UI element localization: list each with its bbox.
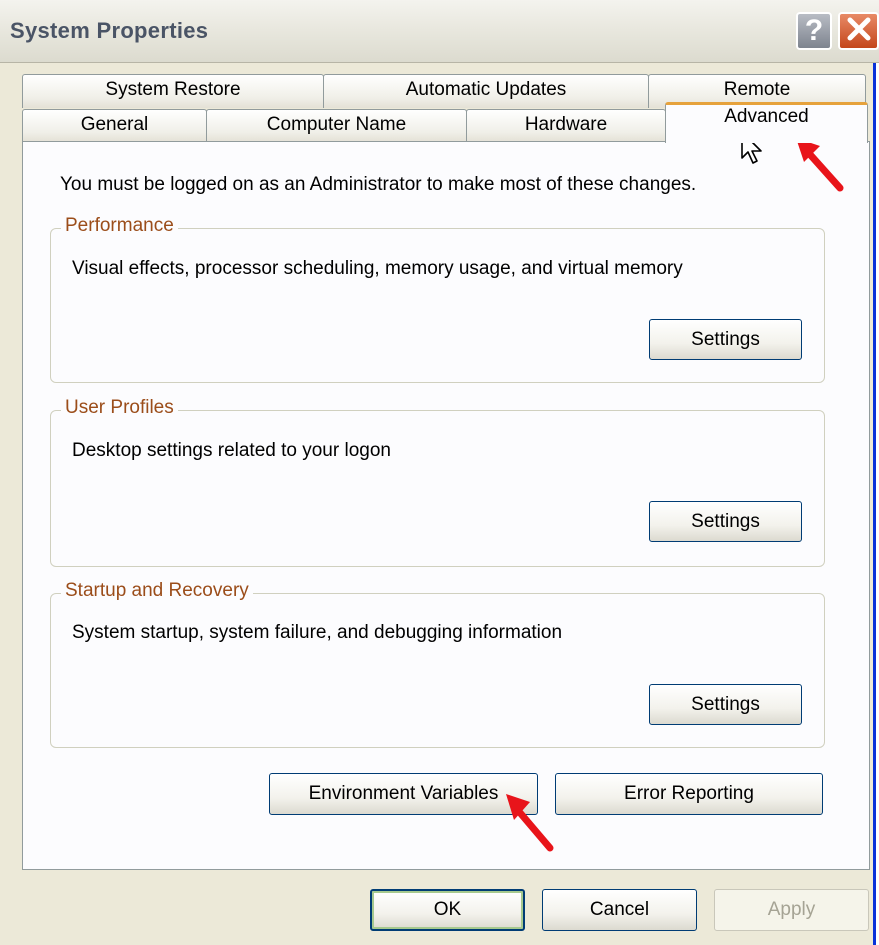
tab-hardware[interactable]: Hardware xyxy=(466,109,666,142)
startup-recovery-group: Startup and Recovery System startup, sys… xyxy=(50,580,825,748)
tab-label: Hardware xyxy=(524,114,608,135)
user-profiles-group: User Profiles Desktop settings related t… xyxy=(50,397,825,567)
button-label: Error Reporting xyxy=(624,783,754,804)
title-bar[interactable]: System Properties ? xyxy=(0,0,879,63)
window-title: System Properties xyxy=(10,18,209,43)
button-label: OK xyxy=(433,899,462,920)
cancel-button[interactable]: Cancel xyxy=(542,889,697,931)
button-label: Cancel xyxy=(589,899,650,920)
red-arrow-annotation xyxy=(790,134,850,201)
tab-automatic-updates[interactable]: Automatic Updates xyxy=(323,74,649,108)
button-label: Settings xyxy=(691,510,760,532)
apply-button: Apply xyxy=(714,889,869,931)
performance-settings-button[interactable]: Settings xyxy=(649,319,802,360)
startup-recovery-group-title: Startup and Recovery xyxy=(61,580,253,602)
button-label: Settings xyxy=(691,693,760,715)
tab-label: Remote xyxy=(723,79,791,100)
tab-general[interactable]: General xyxy=(22,109,207,142)
ok-button[interactable]: OK xyxy=(370,889,525,931)
system-properties-window: System Properties ? System Restore Autom… xyxy=(0,0,879,945)
help-icon: ? xyxy=(804,14,824,47)
environment-variables-button[interactable]: Environment Variables xyxy=(269,773,538,815)
tab-advanced[interactable]: Advanced xyxy=(665,102,868,143)
user-profiles-group-title: User Profiles xyxy=(61,397,178,419)
performance-group-title: Performance xyxy=(61,215,178,237)
button-label: Settings xyxy=(691,328,760,350)
user-profiles-description: Desktop settings related to your logon xyxy=(72,440,391,461)
tab-label: Computer Name xyxy=(266,114,407,135)
tab-computer-name[interactable]: Computer Name xyxy=(206,109,467,142)
close-button[interactable] xyxy=(838,12,879,50)
performance-group: Performance Visual effects, processor sc… xyxy=(50,215,825,383)
performance-description: Visual effects, processor scheduling, me… xyxy=(72,258,683,279)
admin-info-text: You must be logged on as an Administrato… xyxy=(60,174,697,195)
red-arrow-annotation xyxy=(500,782,560,863)
user-profiles-settings-button[interactable]: Settings xyxy=(649,501,802,542)
tab-label: System Restore xyxy=(105,79,241,100)
close-icon xyxy=(845,15,873,48)
button-label: Apply xyxy=(767,899,816,920)
tab-label: General xyxy=(80,114,149,135)
tab-label: Advanced xyxy=(724,106,809,127)
startup-recovery-description: System startup, system failure, and debu… xyxy=(72,622,563,643)
tab-system-restore[interactable]: System Restore xyxy=(22,74,324,108)
startup-recovery-settings-button[interactable]: Settings xyxy=(649,684,802,725)
tab-label: Automatic Updates xyxy=(405,79,567,100)
button-label: Environment Variables xyxy=(308,783,499,804)
help-button[interactable]: ? xyxy=(796,12,832,50)
error-reporting-button[interactable]: Error Reporting xyxy=(555,773,823,815)
